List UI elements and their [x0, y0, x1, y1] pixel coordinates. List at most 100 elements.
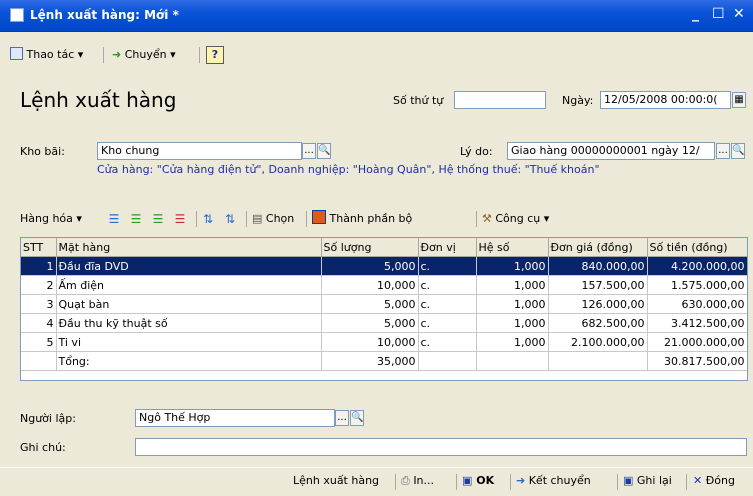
goods-table: STT Mặt hàng Số lượng Đơn vị Hệ số Đơn g…: [20, 237, 748, 381]
goods-label: Hàng hóa: [20, 212, 73, 225]
row-amount: 4.200.000,00: [647, 256, 747, 276]
col-price-header[interactable]: Đơn giá (đồng): [548, 238, 648, 257]
reason-search-icon[interactable]: 🔍: [731, 143, 745, 159]
reason-input[interactable]: Giao hàng 00000000001 ngày 12/: [507, 142, 715, 160]
report-button[interactable]: Lệnh xuất hàng: [293, 474, 379, 487]
row-price[interactable]: 2.100.000,00: [548, 332, 648, 352]
row-factor[interactable]: 1,000: [476, 313, 549, 333]
carry-forward-button[interactable]: ➜ Kết chuyển: [516, 474, 591, 487]
row-factor[interactable]: 1,000: [476, 332, 549, 352]
goods-toolbar: Hàng hóa ▾ ☰ ☰ ☰ ☰ ⇅ ⇅ ▤ Chọn Thành phần…: [20, 208, 740, 230]
save-label: Ghi lại: [636, 474, 672, 487]
note-label: Ghi chú:: [20, 441, 66, 454]
tools-menu-button[interactable]: ⚒ Công cụ ▾: [482, 210, 549, 228]
chevron-down-icon: ▾: [543, 212, 550, 225]
col-amount-header[interactable]: Số tiền (đồng): [647, 238, 747, 257]
maximize-button[interactable]: ☐: [712, 6, 725, 22]
table-row[interactable]: 2 Ấm điện 10,000 c. 1,000 157.500,00 1.5…: [21, 275, 747, 295]
seq-input[interactable]: [454, 91, 546, 109]
ok-button[interactable]: ▣ OK: [462, 474, 494, 487]
close-window-button[interactable]: ✕: [733, 6, 745, 22]
seq-label: Số thứ tự: [393, 94, 444, 107]
note-input[interactable]: [135, 438, 747, 456]
table-row[interactable]: 3 Quạt bàn 5,000 c. 1,000 126.000,00 630…: [21, 294, 747, 314]
total-qty: 35,000: [321, 351, 419, 371]
save-button[interactable]: ▣ Ghi lại: [623, 474, 672, 487]
row-item[interactable]: Đầu đĩa DVD: [56, 256, 322, 276]
print-label: In...: [413, 474, 435, 487]
table-row[interactable]: 4 Đầu thu kỹ thuật số 5,000 c. 1,000 682…: [21, 313, 747, 333]
creator-lookup-button[interactable]: ...: [335, 410, 349, 426]
components-button[interactable]: Thành phần bộ: [312, 210, 412, 228]
row-item[interactable]: Quạt bàn: [56, 294, 322, 314]
row-price[interactable]: 126.000,00: [548, 294, 648, 314]
reason-lookup-button[interactable]: ...: [716, 143, 730, 159]
calendar-icon[interactable]: ▦: [732, 92, 746, 108]
row-unit[interactable]: c.: [418, 332, 477, 352]
row-item[interactable]: Ti vi: [56, 332, 322, 352]
store-info-text: Cửa hàng: "Cửa hàng điện tử", Doanh nghi…: [97, 163, 600, 176]
row-factor[interactable]: 1,000: [476, 256, 549, 276]
total-blank: [418, 351, 477, 371]
row-item[interactable]: Ấm điện: [56, 275, 322, 295]
insert-row-icon[interactable]: ☰: [106, 212, 122, 226]
row-qty[interactable]: 5,000: [321, 256, 419, 276]
save-disk-icon: ▣: [462, 474, 473, 487]
row-qty[interactable]: 10,000: [321, 332, 419, 352]
sort-ascending-icon[interactable]: ⇅: [200, 212, 216, 226]
row-item[interactable]: Đầu thu kỹ thuật số: [56, 313, 322, 333]
warehouse-lookup-button[interactable]: ...: [302, 143, 316, 159]
transfer-menu-button[interactable]: ➜ Chuyển ▾: [112, 46, 176, 64]
close-button[interactable]: ✕ Đóng: [693, 474, 735, 487]
warehouse-input[interactable]: Kho chung: [97, 142, 302, 160]
row-qty[interactable]: 5,000: [321, 294, 419, 314]
creator-input[interactable]: Ngô Thế Hợp: [135, 409, 335, 427]
ok-label: OK: [476, 474, 495, 487]
col-stt-header[interactable]: STT: [21, 238, 57, 257]
choose-button[interactable]: ▤ Chọn: [252, 210, 294, 228]
row-price[interactable]: 682.500,00: [548, 313, 648, 333]
goods-menu-button[interactable]: Hàng hóa ▾: [20, 210, 82, 228]
total-blank: [476, 351, 549, 371]
col-unit-header[interactable]: Đơn vị: [418, 238, 477, 257]
row-qty[interactable]: 5,000: [321, 313, 419, 333]
row-factor[interactable]: 1,000: [476, 294, 549, 314]
row-price[interactable]: 157.500,00: [548, 275, 648, 295]
help-button[interactable]: ?: [206, 46, 224, 64]
delete-row-icon[interactable]: ☰: [172, 212, 188, 226]
row-factor[interactable]: 1,000: [476, 275, 549, 295]
row-unit[interactable]: c.: [418, 294, 477, 314]
copy-row-icon[interactable]: ☰: [150, 212, 166, 226]
print-button[interactable]: ⎙ In...: [401, 474, 434, 488]
transfer-icon: ➜: [112, 48, 122, 61]
row-stt: 2: [21, 275, 57, 295]
row-qty[interactable]: 10,000: [321, 275, 419, 295]
add-row-icon[interactable]: ☰: [128, 212, 144, 226]
toolbar-divider: [456, 474, 457, 490]
row-price[interactable]: 840.000,00: [548, 256, 648, 276]
row-unit[interactable]: c.: [418, 256, 477, 276]
minimize-button[interactable]: _: [692, 6, 699, 22]
col-item-header[interactable]: Mặt hàng: [56, 238, 322, 257]
row-unit[interactable]: c.: [418, 275, 477, 295]
date-label: Ngày:: [562, 94, 594, 107]
col-qty-header[interactable]: Số lượng: [321, 238, 419, 257]
choose-label: Chọn: [265, 212, 295, 225]
carry-forward-icon: ➜: [516, 474, 526, 487]
row-amount: 21.000.000,00: [647, 332, 747, 352]
main-toolbar: Thao tác ▾ ➜ Chuyển ▾ ?: [8, 44, 745, 66]
window-icon: [10, 8, 24, 22]
actions-menu-button[interactable]: Thao tác ▾: [10, 46, 83, 64]
creator-search-icon[interactable]: 🔍: [350, 410, 364, 426]
col-factor-header[interactable]: Hệ số: [476, 238, 549, 257]
row-unit[interactable]: c.: [418, 313, 477, 333]
warehouse-search-icon[interactable]: 🔍: [317, 143, 331, 159]
table-row[interactable]: 5 Ti vi 10,000 c. 1,000 2.100.000,00 21.…: [21, 332, 747, 352]
sort-descending-icon[interactable]: ⇅: [222, 212, 238, 226]
toolbar-divider: [395, 474, 396, 490]
date-input[interactable]: 12/05/2008 00:00:0(: [600, 91, 731, 109]
row-stt: 3: [21, 294, 57, 314]
reason-label: Lý do:: [460, 145, 493, 158]
table-row[interactable]: 1 Đầu đĩa DVD 5,000 c. 1,000 840.000,00 …: [21, 256, 747, 276]
chevron-down-icon: ▾: [77, 48, 84, 61]
